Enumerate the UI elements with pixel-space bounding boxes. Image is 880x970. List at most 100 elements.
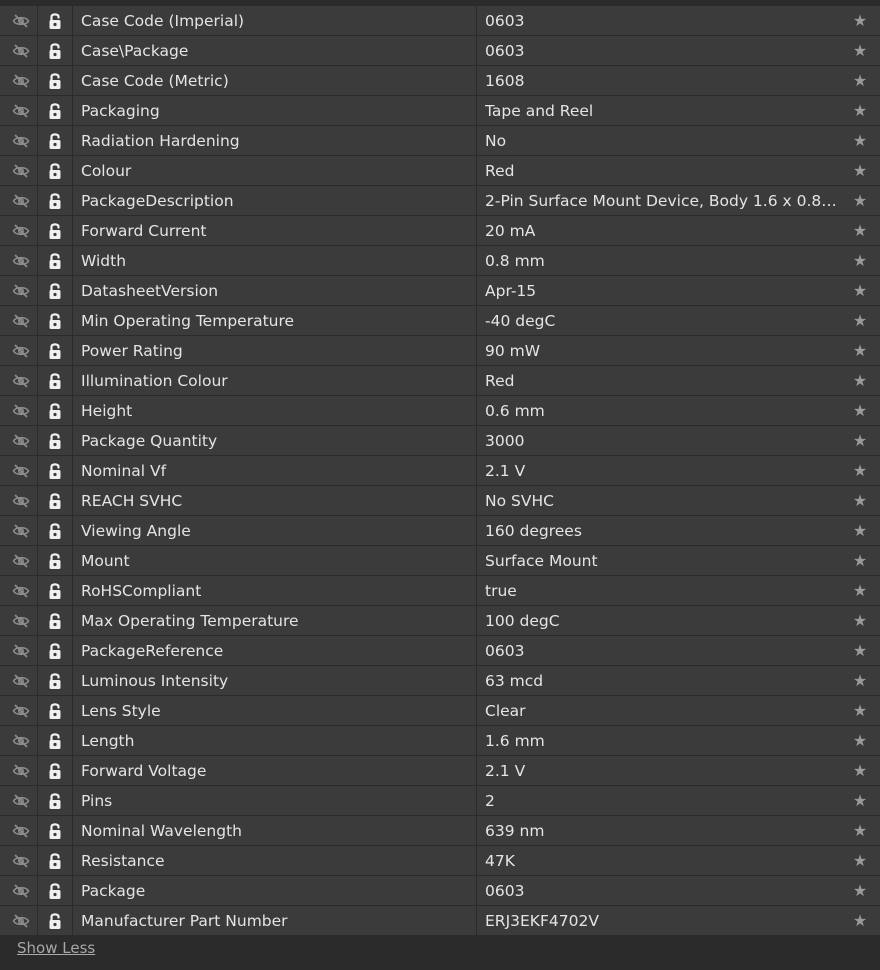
favorite-toggle[interactable]: ★: [840, 606, 880, 635]
lock-toggle[interactable]: [37, 246, 72, 275]
visibility-toggle[interactable]: [0, 456, 37, 485]
favorite-toggle[interactable]: ★: [840, 816, 880, 845]
favorite-toggle[interactable]: ★: [840, 36, 880, 65]
visibility-toggle[interactable]: [0, 246, 37, 275]
visibility-toggle[interactable]: [0, 546, 37, 575]
lock-toggle[interactable]: [37, 546, 72, 575]
lock-toggle[interactable]: [37, 426, 72, 455]
parameter-value[interactable]: 2.1 V: [476, 756, 840, 785]
visibility-toggle[interactable]: [0, 876, 37, 905]
parameter-value[interactable]: 639 nm: [476, 816, 840, 845]
lock-toggle[interactable]: [37, 156, 72, 185]
parameter-value[interactable]: 90 mW: [476, 336, 840, 365]
favorite-toggle[interactable]: ★: [840, 696, 880, 725]
lock-toggle[interactable]: [37, 846, 72, 875]
visibility-toggle[interactable]: [0, 606, 37, 635]
lock-toggle[interactable]: [37, 726, 72, 755]
parameter-value[interactable]: 0603: [476, 636, 840, 665]
favorite-toggle[interactable]: ★: [840, 156, 880, 185]
parameter-value[interactable]: Tape and Reel: [476, 96, 840, 125]
lock-toggle[interactable]: [37, 576, 72, 605]
favorite-toggle[interactable]: ★: [840, 786, 880, 815]
parameter-value[interactable]: 2.1 V: [476, 456, 840, 485]
parameter-value[interactable]: No: [476, 126, 840, 155]
parameter-value[interactable]: 2-Pin Surface Mount Device, Body 1.6 x 0…: [476, 186, 840, 215]
visibility-toggle[interactable]: [0, 696, 37, 725]
favorite-toggle[interactable]: ★: [840, 396, 880, 425]
parameter-value[interactable]: 47K: [476, 846, 840, 875]
lock-toggle[interactable]: [37, 786, 72, 815]
favorite-toggle[interactable]: ★: [840, 366, 880, 395]
lock-toggle[interactable]: [37, 816, 72, 845]
favorite-toggle[interactable]: ★: [840, 756, 880, 785]
show-less-link[interactable]: Show Less: [17, 939, 95, 957]
lock-toggle[interactable]: [37, 396, 72, 425]
visibility-toggle[interactable]: [0, 426, 37, 455]
parameter-value[interactable]: Clear: [476, 696, 840, 725]
favorite-toggle[interactable]: ★: [840, 576, 880, 605]
visibility-toggle[interactable]: [0, 276, 37, 305]
parameter-value[interactable]: 160 degrees: [476, 516, 840, 545]
lock-toggle[interactable]: [37, 186, 72, 215]
lock-toggle[interactable]: [37, 486, 72, 515]
visibility-toggle[interactable]: [0, 576, 37, 605]
favorite-toggle[interactable]: ★: [840, 546, 880, 575]
visibility-toggle[interactable]: [0, 396, 37, 425]
visibility-toggle[interactable]: [0, 666, 37, 695]
visibility-toggle[interactable]: [0, 186, 37, 215]
visibility-toggle[interactable]: [0, 66, 37, 95]
lock-toggle[interactable]: [37, 696, 72, 725]
favorite-toggle[interactable]: ★: [840, 666, 880, 695]
visibility-toggle[interactable]: [0, 906, 37, 935]
favorite-toggle[interactable]: ★: [840, 216, 880, 245]
favorite-toggle[interactable]: ★: [840, 336, 880, 365]
parameter-value[interactable]: 100 degC: [476, 606, 840, 635]
parameter-value[interactable]: 63 mcd: [476, 666, 840, 695]
visibility-toggle[interactable]: [0, 816, 37, 845]
visibility-toggle[interactable]: [0, 366, 37, 395]
lock-toggle[interactable]: [37, 756, 72, 785]
visibility-toggle[interactable]: [0, 726, 37, 755]
parameter-value[interactable]: Red: [476, 156, 840, 185]
parameter-value[interactable]: Red: [476, 366, 840, 395]
lock-toggle[interactable]: [37, 306, 72, 335]
parameter-value[interactable]: 1608: [476, 66, 840, 95]
favorite-toggle[interactable]: ★: [840, 276, 880, 305]
favorite-toggle[interactable]: ★: [840, 486, 880, 515]
lock-toggle[interactable]: [37, 666, 72, 695]
favorite-toggle[interactable]: ★: [840, 426, 880, 455]
favorite-toggle[interactable]: ★: [840, 186, 880, 215]
favorite-toggle[interactable]: ★: [840, 906, 880, 935]
favorite-toggle[interactable]: ★: [840, 96, 880, 125]
visibility-toggle[interactable]: [0, 786, 37, 815]
lock-toggle[interactable]: [37, 606, 72, 635]
visibility-toggle[interactable]: [0, 96, 37, 125]
lock-toggle[interactable]: [37, 456, 72, 485]
lock-toggle[interactable]: [37, 636, 72, 665]
visibility-toggle[interactable]: [0, 306, 37, 335]
parameter-value[interactable]: 0.8 mm: [476, 246, 840, 275]
parameter-value[interactable]: Surface Mount: [476, 546, 840, 575]
favorite-toggle[interactable]: ★: [840, 516, 880, 545]
lock-toggle[interactable]: [37, 126, 72, 155]
visibility-toggle[interactable]: [0, 486, 37, 515]
favorite-toggle[interactable]: ★: [840, 126, 880, 155]
lock-toggle[interactable]: [37, 36, 72, 65]
favorite-toggle[interactable]: ★: [840, 6, 880, 35]
favorite-toggle[interactable]: ★: [840, 636, 880, 665]
visibility-toggle[interactable]: [0, 756, 37, 785]
favorite-toggle[interactable]: ★: [840, 66, 880, 95]
parameter-value[interactable]: 0603: [476, 876, 840, 905]
parameter-value[interactable]: No SVHC: [476, 486, 840, 515]
lock-toggle[interactable]: [37, 6, 72, 35]
favorite-toggle[interactable]: ★: [840, 876, 880, 905]
visibility-toggle[interactable]: [0, 636, 37, 665]
parameter-value[interactable]: 3000: [476, 426, 840, 455]
parameter-value[interactable]: 0603: [476, 6, 840, 35]
visibility-toggle[interactable]: [0, 846, 37, 875]
parameter-value[interactable]: Apr-15: [476, 276, 840, 305]
visibility-toggle[interactable]: [0, 6, 37, 35]
lock-toggle[interactable]: [37, 906, 72, 935]
lock-toggle[interactable]: [37, 516, 72, 545]
visibility-toggle[interactable]: [0, 516, 37, 545]
